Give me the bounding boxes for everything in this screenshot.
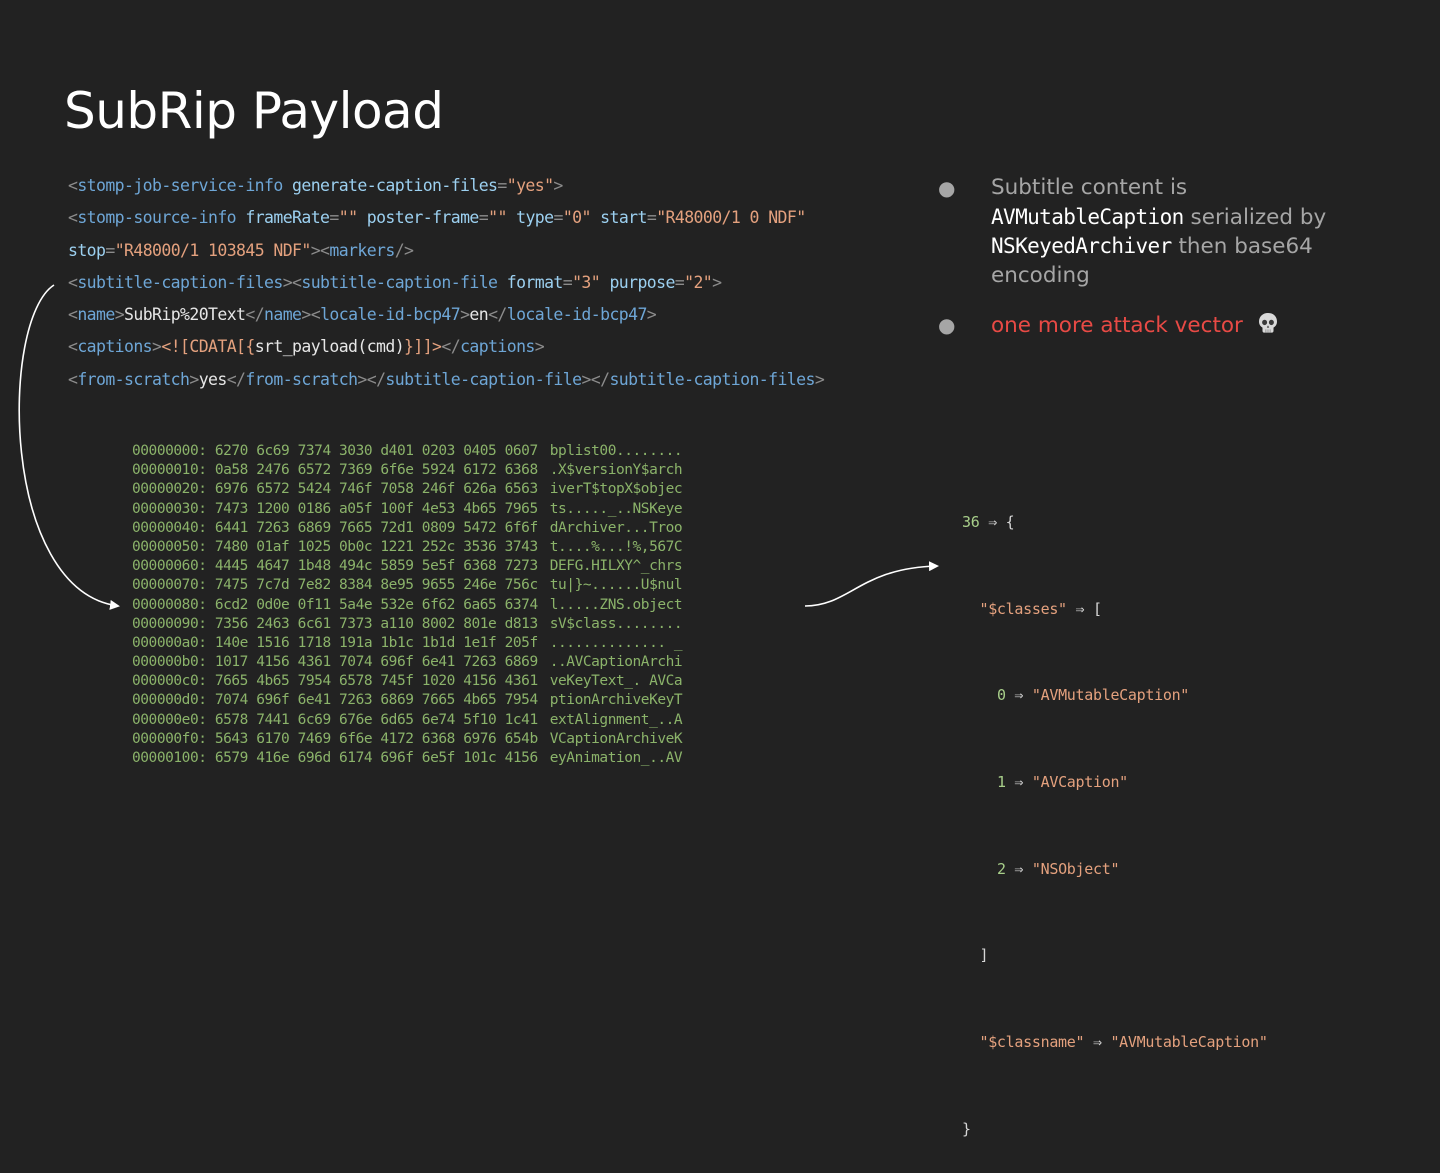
class-name: "NSObject"	[1031, 859, 1120, 878]
object-line: 2 ⇒ "NSObject"	[962, 855, 1268, 884]
connector-arrows	[18, 284, 939, 610]
arrow-icon	[804, 561, 939, 607]
classname-key: "$classname"	[979, 1033, 1085, 1052]
arrow-icon	[18, 284, 120, 610]
classname-value: "AVMutableCaption"	[1110, 1033, 1268, 1052]
object-punct: ⇒	[1084, 1033, 1111, 1052]
object-line: ]	[962, 941, 1268, 970]
object-line: "$classname" ⇒ "AVMutableCaption"	[962, 1028, 1268, 1057]
class-index: 2	[996, 859, 1006, 878]
object-punct: ]	[979, 946, 989, 965]
object-line: }	[962, 1115, 1268, 1144]
object-punct: }	[962, 1119, 971, 1138]
object-punct: ⇒	[1005, 859, 1032, 878]
